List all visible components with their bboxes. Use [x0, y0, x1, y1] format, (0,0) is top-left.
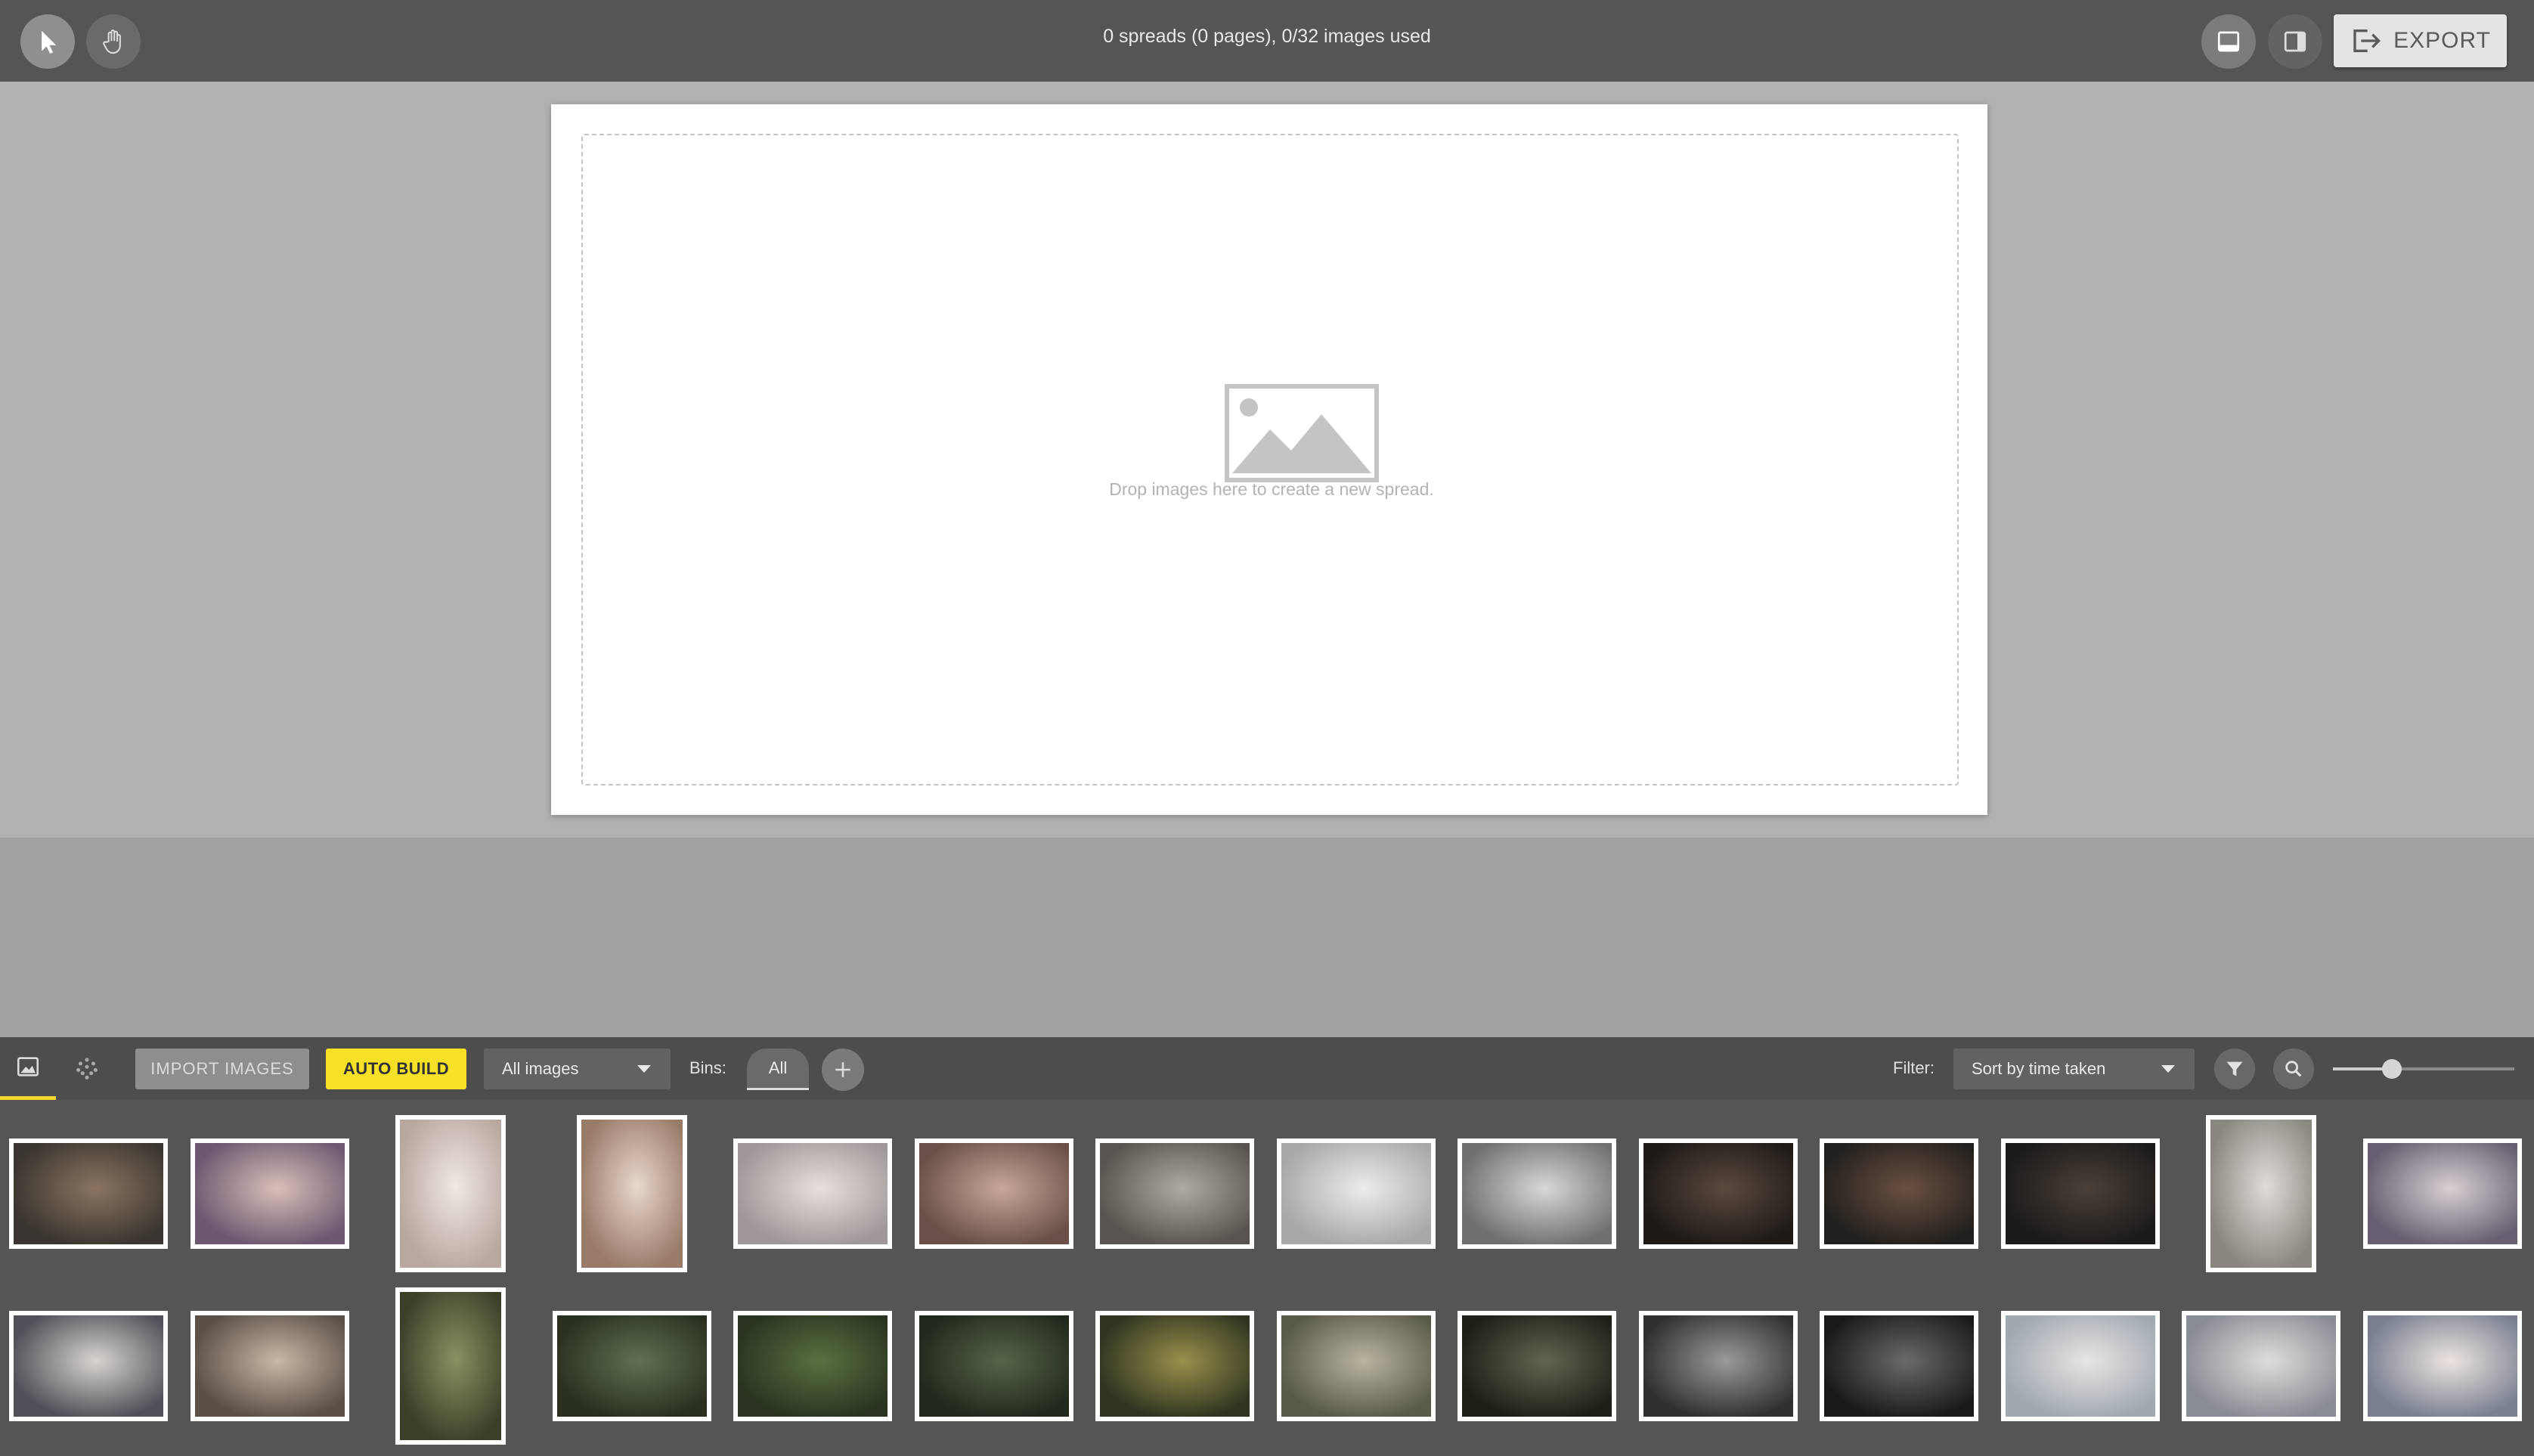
photo-thumbnail[interactable]: [733, 1311, 892, 1421]
photo-thumbnail[interactable]: [1095, 1311, 1254, 1421]
photo-thumbnail[interactable]: [9, 1311, 168, 1421]
add-bin-button[interactable]: [822, 1049, 864, 1091]
photo-image: [400, 1120, 501, 1268]
photo-thumbnail[interactable]: [553, 1311, 711, 1421]
photo-image: [2210, 1120, 2312, 1268]
sort-value: Sort by time taken: [1972, 1059, 2106, 1078]
photo-thumbnail[interactable]: [395, 1287, 506, 1445]
photo-image: [2006, 1315, 2155, 1417]
export-label: EXPORT: [2393, 28, 2491, 53]
photo-image: [1643, 1315, 1793, 1417]
photo-thumbnail[interactable]: [577, 1115, 687, 1272]
photo-thumbnail[interactable]: [2363, 1311, 2522, 1421]
photo-thumbnail[interactable]: [1277, 1311, 1436, 1421]
photo-thumbnail[interactable]: [915, 1138, 1073, 1249]
photo-thumbnail[interactable]: [1095, 1138, 1254, 1249]
photo-thumbnail[interactable]: [2001, 1138, 2160, 1249]
tray-toolbar: IMPORT IMAGES AUTO BUILD All images Bins…: [0, 1037, 2534, 1100]
photo-image: [1824, 1143, 1974, 1244]
photo-thumbnail[interactable]: [191, 1138, 349, 1249]
photo-image: [400, 1292, 501, 1440]
photo-image: [738, 1315, 888, 1417]
photo-thumbnail[interactable]: [1639, 1311, 1798, 1421]
filter-button[interactable]: [2214, 1049, 2255, 1089]
photo-thumbnail[interactable]: [1639, 1138, 1798, 1249]
photo-thumbnail[interactable]: [1820, 1311, 1978, 1421]
image-tray: IMPORT IMAGES AUTO BUILD All images Bins…: [0, 1037, 2534, 1456]
photo-image: [14, 1315, 163, 1417]
photo-image: [738, 1143, 888, 1244]
tab-layouts[interactable]: [59, 1037, 115, 1100]
photo-image: [557, 1315, 707, 1417]
drop-hint: Drop images here to create a new spread.: [1109, 479, 1434, 499]
split-view-icon: [2284, 31, 2306, 52]
top-toolbar: 0 spreads (0 pages), 0/32 images used EX…: [0, 0, 2534, 82]
photo-image: [1281, 1315, 1431, 1417]
photo-image: [1281, 1143, 1431, 1244]
photo-thumbnail[interactable]: [395, 1115, 506, 1272]
tab-images[interactable]: [0, 1037, 56, 1100]
search-button[interactable]: [2273, 1049, 2314, 1089]
photo-image: [1462, 1143, 1612, 1244]
bins-label: Bins:: [689, 1058, 726, 1077]
photo-image: [14, 1143, 163, 1244]
photo-thumbnail[interactable]: [2001, 1311, 2160, 1421]
usage-status: 0 spreads (0 pages), 0/32 images used: [1103, 26, 1431, 47]
export-icon: [2353, 29, 2381, 52]
photo-image: [1100, 1315, 1250, 1417]
export-button[interactable]: EXPORT: [2334, 14, 2507, 67]
photo-thumbnail[interactable]: [733, 1138, 892, 1249]
spread-view-icon: [2217, 31, 2240, 52]
photo-thumbnail[interactable]: [2206, 1115, 2316, 1272]
photo-thumbnail[interactable]: [2363, 1138, 2522, 1249]
image-placeholder-icon: [1225, 384, 1379, 482]
photo-image: [919, 1315, 1069, 1417]
plus-icon: [835, 1062, 850, 1077]
chevron-down-icon: [637, 1065, 651, 1073]
sort-select[interactable]: Sort by time taken: [1953, 1049, 2195, 1089]
photo-thumbnail[interactable]: [915, 1311, 1073, 1421]
funnel-icon: [2226, 1061, 2243, 1077]
drop-zone[interactable]: Drop images here to create a new spread.: [581, 134, 1959, 785]
photo-thumbnail[interactable]: [2182, 1311, 2340, 1421]
photo-image: [2006, 1143, 2155, 1244]
photo-image: [581, 1120, 683, 1268]
image-icon: [17, 1057, 39, 1077]
photo-image: [2186, 1315, 2336, 1417]
photo-image: [1824, 1315, 1974, 1417]
photo-thumbnail[interactable]: [191, 1311, 349, 1421]
spread-view-button[interactable]: [2201, 14, 2256, 69]
photo-image: [1462, 1315, 1612, 1417]
photo-thumbnail[interactable]: [1458, 1311, 1616, 1421]
chevron-down-icon: [2161, 1065, 2175, 1073]
images-filter-value: All images: [502, 1059, 579, 1078]
split-view-button[interactable]: [2268, 14, 2322, 69]
import-images-button[interactable]: IMPORT IMAGES: [135, 1049, 309, 1089]
bin-tab-all[interactable]: All: [747, 1049, 809, 1090]
photo-image: [2368, 1143, 2517, 1244]
slider-handle[interactable]: [2382, 1059, 2402, 1079]
scatter-grid-icon: [76, 1057, 98, 1080]
images-filter-select[interactable]: All images: [484, 1049, 671, 1089]
photo-image: [195, 1143, 345, 1244]
photo-image: [919, 1143, 1069, 1244]
spread-page[interactable]: Drop images here to create a new spread.: [551, 104, 1987, 815]
photo-image: [1643, 1143, 1793, 1244]
photo-thumbnail[interactable]: [1820, 1138, 1978, 1249]
auto-build-button[interactable]: AUTO BUILD: [326, 1049, 466, 1089]
photo-image: [195, 1315, 345, 1417]
photo-thumbnail[interactable]: [1458, 1138, 1616, 1249]
photo-thumbnail[interactable]: [9, 1138, 168, 1249]
photo-image: [2368, 1315, 2517, 1417]
search-icon: [2285, 1061, 2302, 1077]
photo-thumbnail[interactable]: [1277, 1138, 1436, 1249]
photo-image: [1100, 1143, 1250, 1244]
filter-label: Filter:: [1893, 1058, 1935, 1077]
